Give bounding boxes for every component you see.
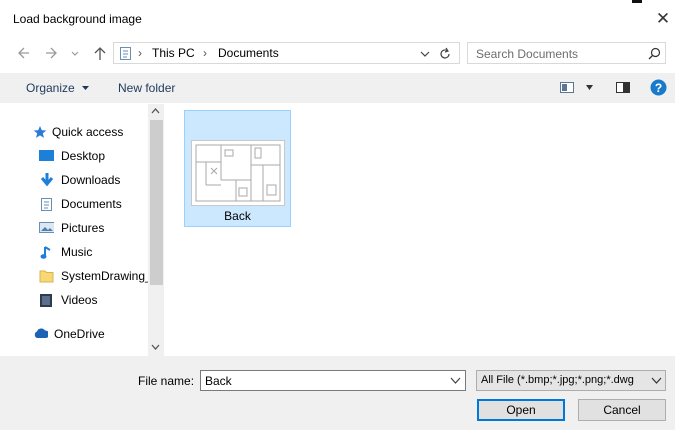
- documents-icon: [41, 198, 52, 211]
- search-placeholder: Search Documents: [476, 47, 579, 61]
- forward-arrow-icon: [46, 47, 57, 59]
- file-name-input[interactable]: Back: [200, 370, 466, 391]
- back-button[interactable]: [17, 44, 31, 62]
- search-box[interactable]: Search Documents: [467, 42, 666, 64]
- file-name-label: Back: [224, 209, 251, 223]
- floor-plan-thumbnail: [191, 140, 285, 206]
- scrollbar-thumb[interactable]: [150, 120, 163, 285]
- new-folder-button[interactable]: New folder: [118, 81, 175, 95]
- view-icon[interactable]: [560, 82, 574, 93]
- music-icon: [40, 246, 51, 259]
- close-button[interactable]: ✕: [652, 7, 674, 31]
- file-type-value: All File (*.bmp;*.jpg;*.png;*.dwg: [481, 374, 634, 386]
- file-type-select[interactable]: All File (*.bmp;*.jpg;*.png;*.dwg: [476, 370, 666, 391]
- recent-locations-button[interactable]: [68, 44, 82, 62]
- forward-button[interactable]: [44, 44, 58, 62]
- videos-icon: [40, 294, 52, 307]
- file-name-caption: File name:: [138, 374, 195, 388]
- command-bar: Organize New folder ?: [0, 73, 675, 103]
- star-icon: [33, 126, 47, 138]
- dropdown-arrow-icon: [82, 86, 90, 90]
- scroll-down-arrow-icon[interactable]: [151, 344, 160, 351]
- view-dropdown-arrow-icon[interactable]: [585, 84, 594, 91]
- svg-text:?: ?: [655, 81, 662, 95]
- dialog-footer: [0, 356, 675, 430]
- refresh-icon[interactable]: [438, 47, 452, 61]
- window-edge-mark: [632, 0, 642, 3]
- breadcrumb-this-pc[interactable]: This PC: [152, 46, 195, 60]
- dialog-title: Load background image: [13, 12, 142, 26]
- documents-location-icon: [120, 47, 131, 60]
- scroll-up-arrow-icon[interactable]: [151, 107, 160, 114]
- chevron-down-icon[interactable]: [450, 376, 461, 385]
- desktop-icon: [39, 150, 54, 161]
- breadcrumb-documents[interactable]: Documents: [218, 46, 279, 60]
- breadcrumb-separator-icon: ›: [203, 46, 207, 60]
- organize-button[interactable]: Organize: [26, 81, 90, 95]
- cancel-button[interactable]: Cancel: [578, 399, 666, 421]
- download-icon: [40, 173, 54, 187]
- address-bar[interactable]: › This PC › Documents: [113, 42, 460, 64]
- organize-label: Organize: [26, 81, 75, 95]
- chevron-down-icon: [71, 51, 79, 56]
- pictures-icon: [39, 222, 54, 233]
- cloud-icon: [34, 328, 48, 338]
- file-name-value: Back: [205, 374, 232, 388]
- up-button[interactable]: [93, 44, 107, 62]
- help-icon[interactable]: ?: [650, 79, 667, 96]
- chevron-down-icon[interactable]: [419, 48, 431, 60]
- open-button[interactable]: Open: [477, 399, 565, 421]
- navigation-pane: Quick access Desktop Downloads Documents…: [13, 104, 164, 356]
- up-arrow-icon: [94, 47, 106, 60]
- search-icon[interactable]: [648, 47, 661, 60]
- breadcrumb-separator-icon: ›: [138, 46, 142, 60]
- preview-pane-icon[interactable]: [616, 82, 630, 93]
- chevron-down-icon: [651, 377, 662, 384]
- back-arrow-icon: [18, 47, 29, 59]
- folder-icon: [39, 270, 54, 283]
- file-item-back[interactable]: Back: [184, 110, 291, 227]
